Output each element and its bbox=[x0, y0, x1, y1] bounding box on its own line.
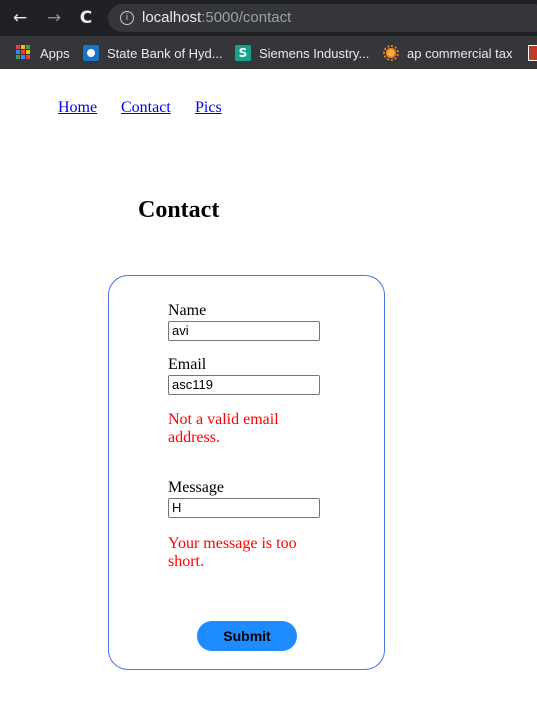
submit-button[interactable]: Submit bbox=[197, 621, 297, 651]
email-error-message: Not a valid email address. bbox=[168, 411, 279, 446]
reload-icon[interactable]: C bbox=[76, 8, 96, 28]
bookmark-overflow[interactable] bbox=[528, 43, 537, 63]
name-label: Name bbox=[168, 302, 207, 319]
message-error-message: Your message is too short. bbox=[168, 535, 297, 570]
name-input[interactable]: avi bbox=[168, 321, 320, 341]
message-label: Message bbox=[168, 479, 224, 496]
url-text[interactable]: localhost:5000/contact bbox=[142, 9, 291, 26]
url-path: :5000/contact bbox=[201, 9, 292, 26]
bookmark-state-bank[interactable]: State Bank of Hyd... bbox=[83, 43, 223, 63]
bookmark-favicon-icon bbox=[528, 45, 537, 61]
bank-logo-icon bbox=[83, 45, 99, 61]
browser-toolbar: ← → C i localhost:5000/contact bbox=[0, 0, 537, 36]
address-bar[interactable]: i localhost:5000/contact bbox=[108, 4, 537, 32]
bookmark-label: Siemens Industry... bbox=[259, 45, 370, 61]
nav-link-pics[interactable]: Pics bbox=[195, 99, 222, 117]
nav-link-contact[interactable]: Contact bbox=[121, 99, 171, 117]
contact-form: Name avi Email asc119 Not a valid email … bbox=[108, 275, 385, 670]
forward-arrow-icon[interactable]: → bbox=[44, 8, 64, 28]
message-input[interactable]: H bbox=[168, 498, 320, 518]
bookmarks-bar: Apps State Bank of Hyd... S Siemens Indu… bbox=[0, 36, 537, 69]
page-title: Contact bbox=[138, 197, 220, 223]
url-host: localhost bbox=[142, 9, 202, 26]
bookmark-label: ap commercial tax bbox=[407, 45, 513, 61]
bookmark-ap-commercial-tax[interactable]: ap commercial tax bbox=[383, 43, 512, 63]
email-label: Email bbox=[168, 356, 207, 373]
bookmark-label: Apps bbox=[40, 45, 70, 61]
bookmark-siemens[interactable]: S Siemens Industry... bbox=[235, 43, 369, 63]
email-input[interactable]: asc119 bbox=[168, 375, 320, 395]
bookmark-label: State Bank of Hyd... bbox=[107, 45, 223, 61]
nav-link-home[interactable]: Home bbox=[58, 99, 97, 117]
back-arrow-icon[interactable]: ← bbox=[10, 8, 30, 28]
info-icon[interactable]: i bbox=[120, 11, 134, 25]
emblem-icon bbox=[383, 45, 399, 61]
bookmark-apps[interactable]: Apps bbox=[16, 43, 70, 63]
siemens-logo-icon: S bbox=[235, 45, 251, 61]
apps-grid-icon bbox=[16, 45, 32, 61]
